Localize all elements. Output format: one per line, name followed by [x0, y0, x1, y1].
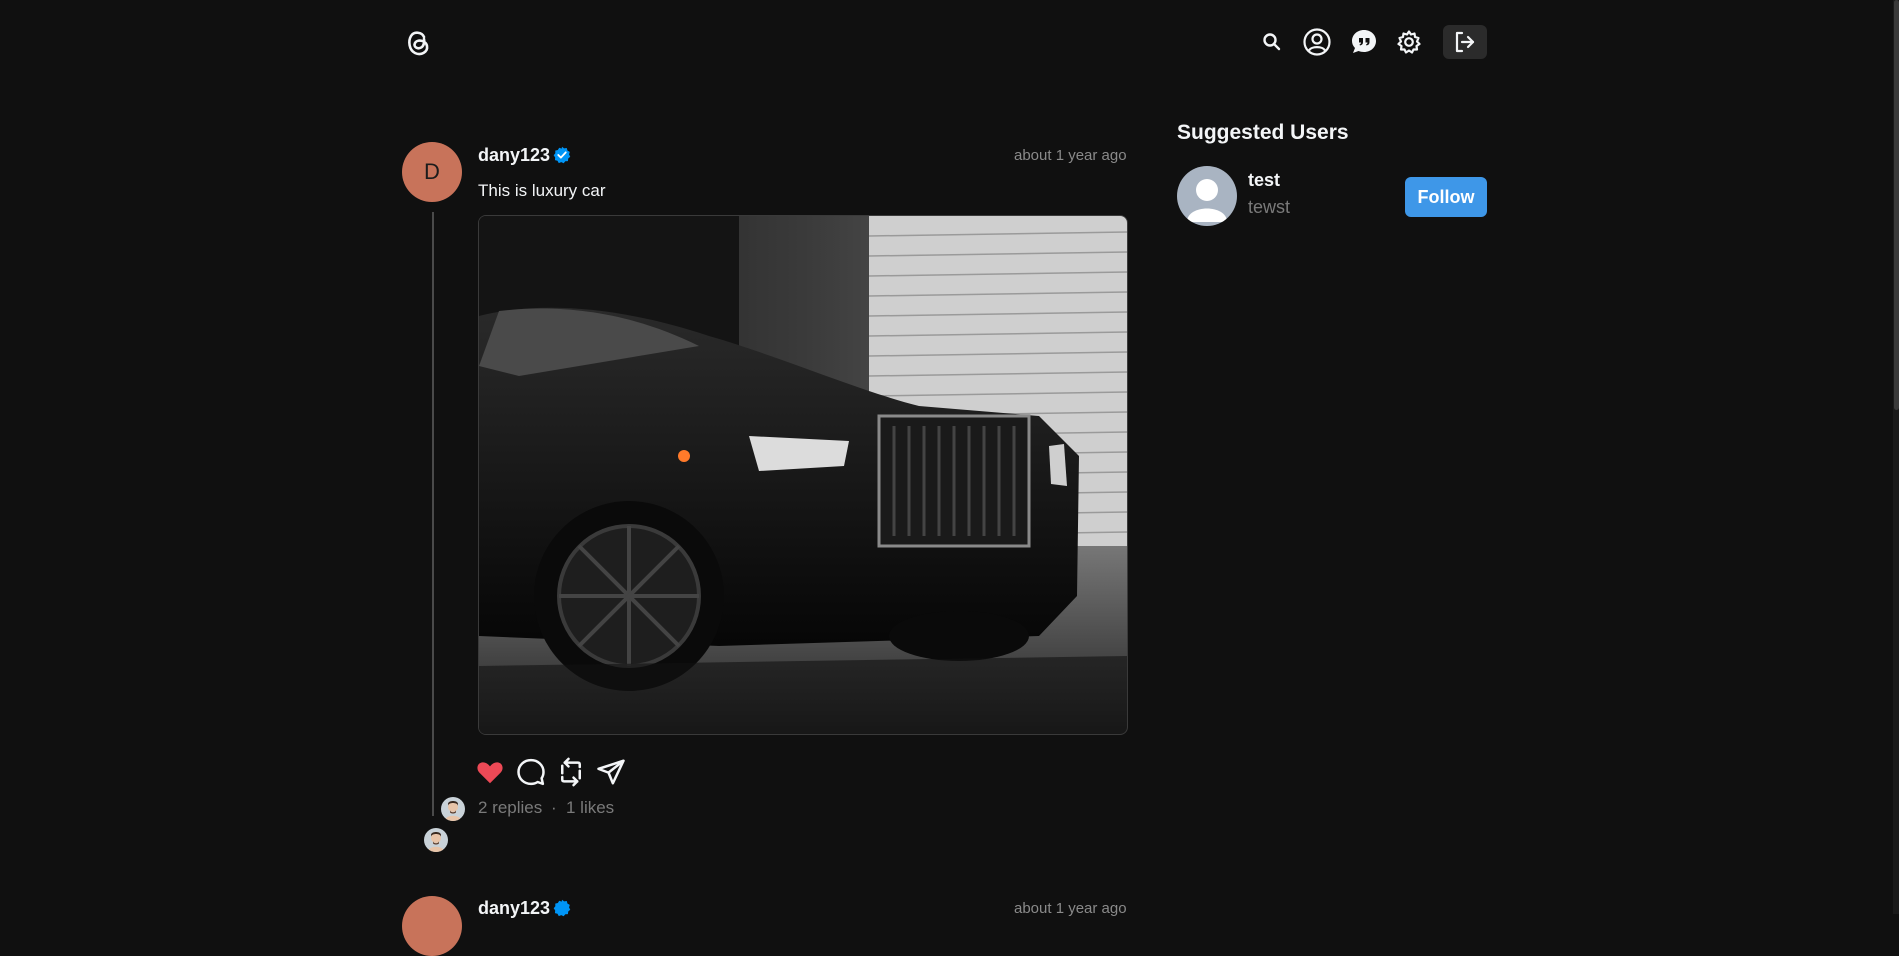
logout-button[interactable] — [1443, 25, 1487, 59]
post-author-avatar[interactable]: D — [402, 142, 462, 202]
settings-icon[interactable] — [1393, 26, 1425, 58]
verified-badge-icon — [553, 899, 571, 917]
follow-button[interactable]: Follow — [1405, 177, 1487, 217]
threads-logo-icon[interactable] — [402, 26, 434, 58]
likes-count[interactable]: 1 likes — [566, 798, 614, 818]
profile-icon[interactable] — [1301, 26, 1333, 58]
post-username[interactable]: dany123 — [478, 145, 550, 166]
next-post-author-avatar[interactable] — [402, 896, 462, 956]
post-text: This is luxury car — [478, 181, 606, 200]
search-icon[interactable] — [1256, 26, 1288, 58]
suggested-user-avatar[interactable] — [1177, 166, 1237, 226]
chat-icon[interactable] — [1348, 26, 1380, 58]
share-icon[interactable] — [596, 757, 626, 787]
suggested-users-title: Suggested Users — [1177, 121, 1349, 144]
next-post-timestamp: about 1 year ago — [1014, 900, 1127, 917]
logout-icon — [1443, 25, 1487, 59]
scrollbar-thumb[interactable] — [1894, 0, 1899, 410]
suggested-user-handle: tewst — [1248, 197, 1291, 217]
replier-avatar[interactable] — [424, 828, 448, 852]
replies-count[interactable]: 2 replies — [478, 798, 542, 818]
like-icon[interactable] — [475, 757, 505, 787]
verified-badge-icon — [553, 146, 571, 164]
thread-line — [432, 212, 434, 816]
comment-icon[interactable] — [516, 757, 546, 787]
meta-separator: · — [551, 798, 557, 817]
avatar-initial: D — [424, 159, 440, 184]
post-timestamp: about 1 year ago — [1014, 147, 1127, 164]
replier-avatar[interactable] — [441, 797, 465, 821]
next-post-username[interactable]: dany123 — [478, 898, 550, 919]
repost-icon[interactable] — [556, 757, 586, 787]
suggested-user-name[interactable]: test — [1248, 170, 1280, 191]
post-image[interactable] — [478, 215, 1128, 735]
